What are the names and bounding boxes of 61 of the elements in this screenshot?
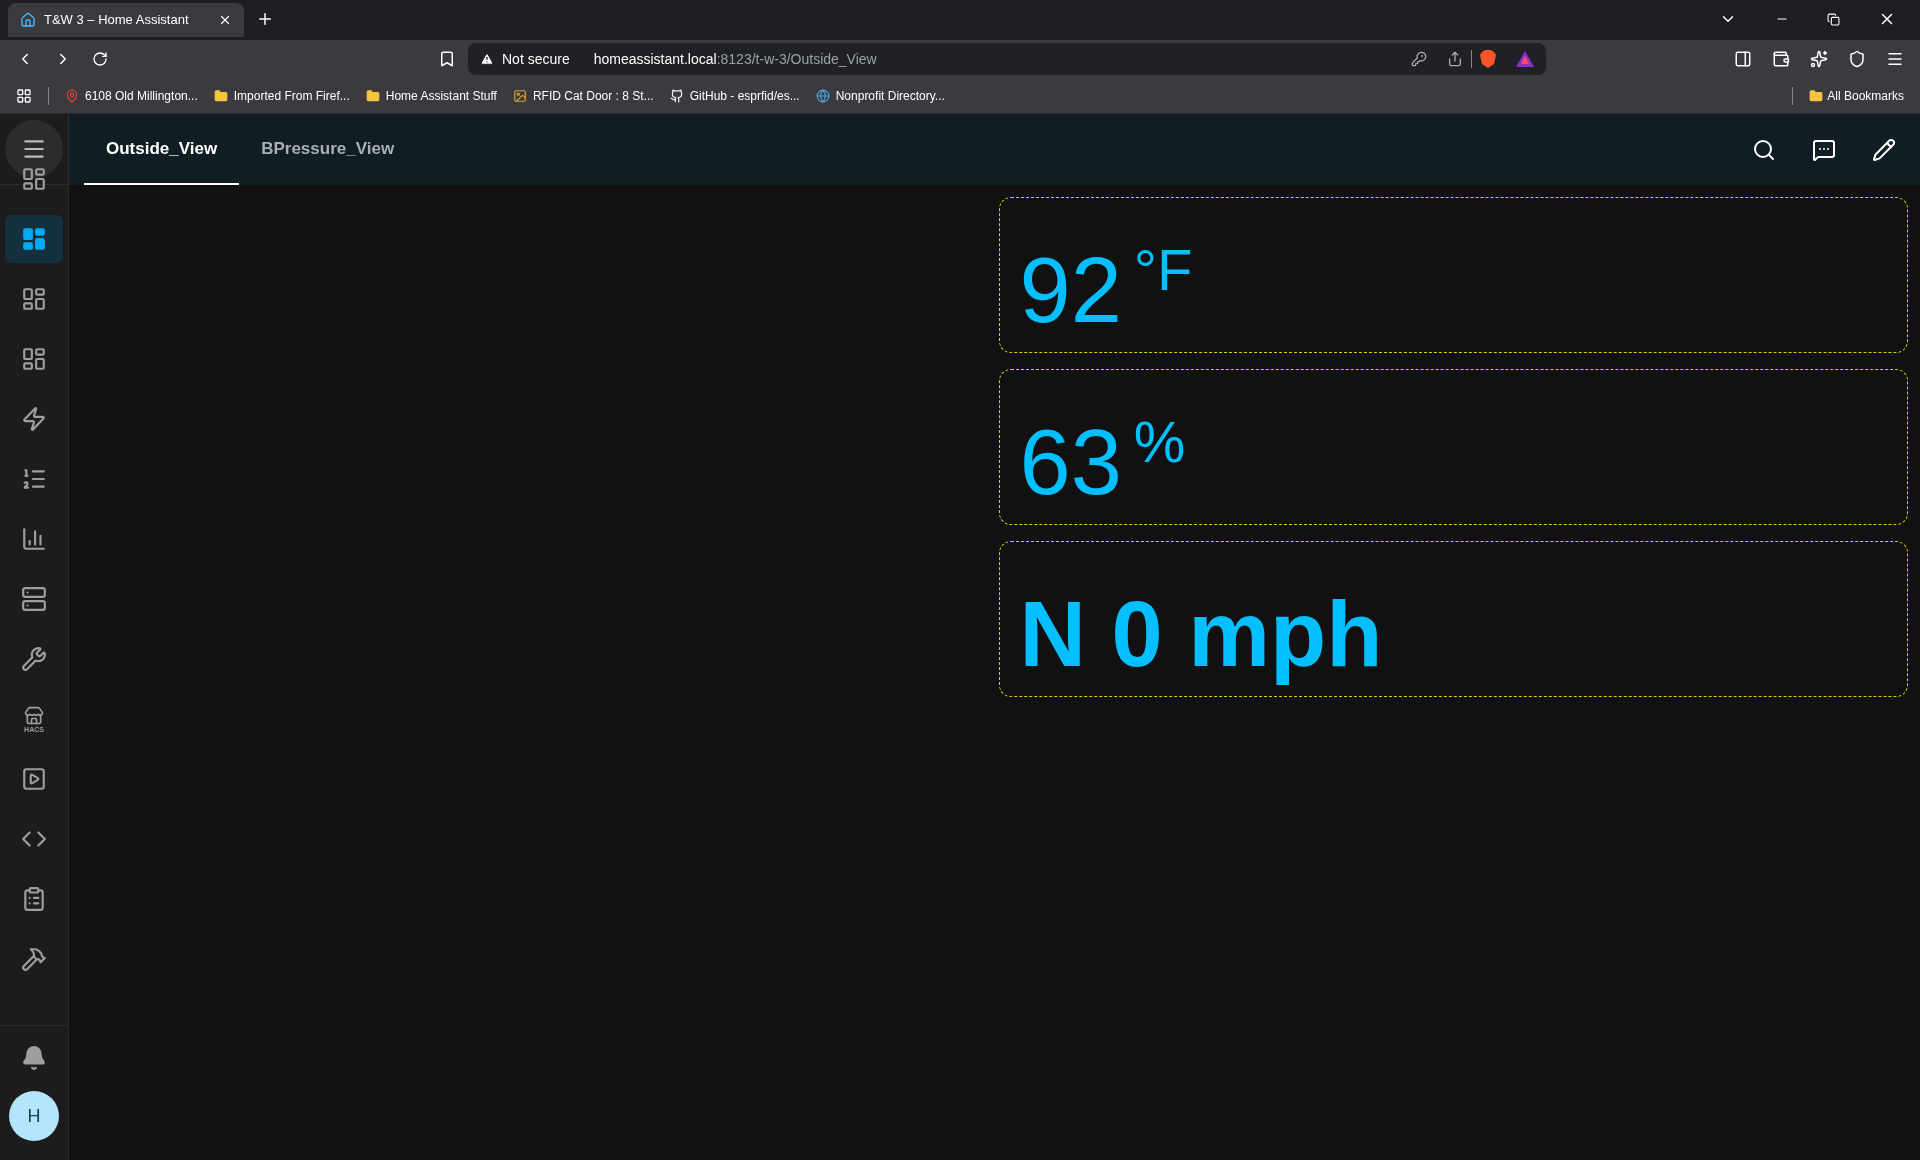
chat-icon[interactable] <box>1812 137 1836 162</box>
shield-icon[interactable] <box>1848 50 1866 68</box>
house-icon <box>20 12 36 28</box>
clipboard-icon <box>21 886 47 912</box>
sensor-value: 63 <box>1019 409 1122 515</box>
wallet-icon[interactable] <box>1772 50 1790 68</box>
view-tab[interactable]: Outside_View <box>84 114 240 185</box>
sparkle-icon[interactable] <box>1810 50 1828 68</box>
search-icon[interactable] <box>1752 137 1776 162</box>
notifications-icon[interactable] <box>21 1045 47 1071</box>
view-tab[interactable]: BPressure_View <box>239 114 417 185</box>
unit-label: % <box>1133 407 1186 476</box>
sensor-value: 92 <box>1019 237 1122 343</box>
bookmark-link[interactable]: All Bookmarks <box>1827 86 1904 105</box>
map-pin-icon <box>65 88 79 103</box>
user-avatar[interactable]: H <box>9 1091 59 1141</box>
hammer-icon <box>21 946 47 972</box>
dashboard-icon <box>21 346 47 372</box>
menu-icon[interactable] <box>1886 50 1904 68</box>
reload-icon[interactable] <box>92 51 108 67</box>
triangle-icon[interactable] <box>1516 51 1534 67</box>
new-tab-icon[interactable] <box>256 10 274 28</box>
dashboard-icon <box>21 226 47 252</box>
list-icon <box>21 466 47 492</box>
unit-label: °F <box>1133 235 1193 304</box>
dashboard-icon <box>21 286 47 312</box>
security-label: Not secure <box>502 49 570 69</box>
bookmark-icon[interactable] <box>438 50 456 68</box>
folder-icon <box>1809 88 1824 103</box>
key-icon[interactable] <box>1411 51 1427 67</box>
bar-chart-icon <box>21 526 47 552</box>
bookmark-link[interactable]: 6108 Old Millington... <box>85 86 198 105</box>
bookmark-link[interactable]: Home Assistant Stuff <box>385 86 497 105</box>
wrench-icon <box>21 646 47 672</box>
sidebar-item[interactable] <box>5 215 63 263</box>
warning-icon <box>480 52 494 66</box>
close-icon[interactable] <box>218 13 232 27</box>
globe-icon <box>815 88 830 103</box>
url-text: homeassistant.local:8123/t-w-3/Outside_View <box>593 49 877 69</box>
github-icon <box>669 88 684 103</box>
bookmark-link[interactable]: RFID Cat Door : 8 St... <box>532 86 654 105</box>
bookmark-link[interactable]: GitHub - esprfid/es... <box>689 86 800 105</box>
image-icon <box>512 88 527 103</box>
play-icon <box>21 766 47 792</box>
edit-icon[interactable] <box>1872 137 1896 162</box>
bookmark-link[interactable]: Nonprofit Directory... <box>835 86 945 105</box>
tab-title: T&W 3 – Home Assistant <box>44 11 190 30</box>
lightning-icon <box>21 406 47 432</box>
folder-icon <box>365 88 380 103</box>
dashboard-icon <box>21 166 47 192</box>
bookmark-link[interactable]: Imported From Firef... <box>233 86 350 105</box>
browser-tab[interactable]: T&W 3 – Home Assistant <box>8 3 244 37</box>
address-bar[interactable]: Not secure homeassistant.local:8123/t-w-3/Outside_View <box>468 43 1546 75</box>
sensor-value: N 0 mph <box>1019 581 1383 687</box>
store-icon <box>24 705 44 726</box>
folder-icon <box>213 88 228 103</box>
share-icon[interactable] <box>1447 51 1463 67</box>
server-icon <box>21 586 47 612</box>
restore-icon[interactable] <box>1827 12 1840 26</box>
sidebar-toggle-icon[interactable] <box>1734 50 1752 68</box>
apps-grid-icon[interactable] <box>16 87 32 104</box>
